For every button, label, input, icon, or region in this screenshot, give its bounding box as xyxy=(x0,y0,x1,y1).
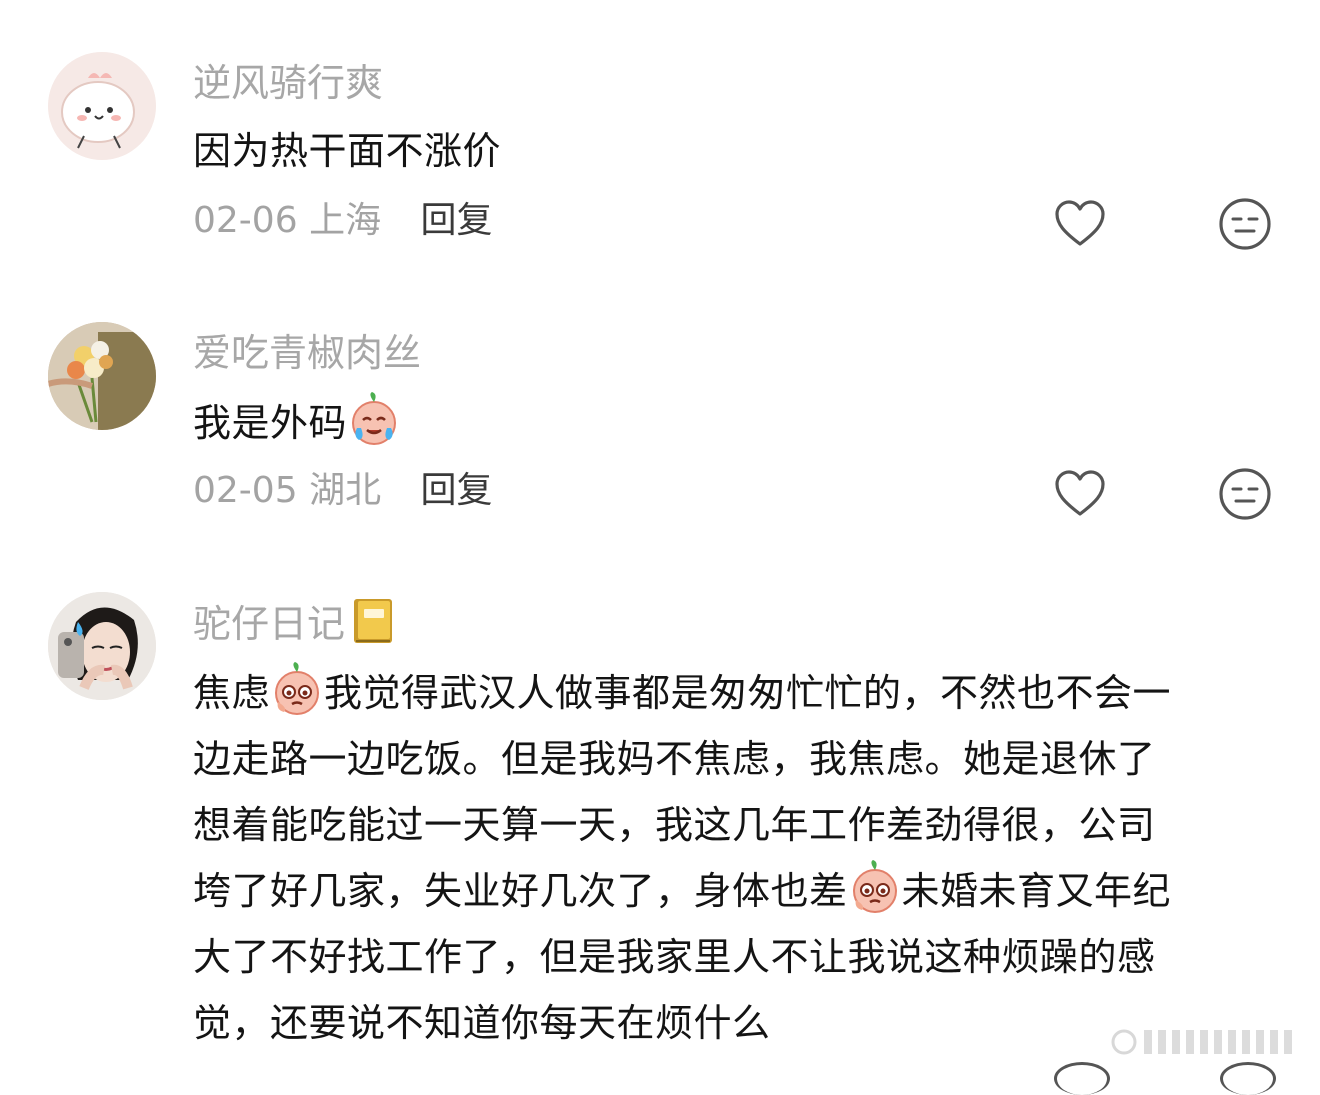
comment-text-segment: 焦虑 xyxy=(193,671,271,715)
username[interactable]: 逆风骑行爽 xyxy=(193,58,383,108)
watermark-logo xyxy=(1110,1020,1310,1064)
username-text[interactable]: 驼仔日记 xyxy=(193,602,345,646)
avatar[interactable] xyxy=(48,592,156,700)
neutral-face-icon[interactable] xyxy=(1218,467,1272,521)
comment-meta: 02-05 湖北 回复 xyxy=(193,466,493,516)
avatar[interactable] xyxy=(48,52,156,160)
notebook-icon xyxy=(351,597,395,645)
reply-button[interactable]: 回复 xyxy=(421,470,493,511)
avatar[interactable] xyxy=(48,322,156,430)
comment-line: 垮了好几家，失业好几次了，身体也差 未婚未育又年纪 xyxy=(193,858,1273,924)
comment-line: 大了不好找工作了，但是我家里人不让我说这种烦躁的感 xyxy=(193,935,1156,979)
reply-button[interactable]: 回复 xyxy=(421,200,493,241)
crying-peach-emoji xyxy=(270,662,324,716)
neutral-face-icon[interactable] xyxy=(1218,197,1272,251)
heart-icon[interactable] xyxy=(1054,200,1106,248)
comment-text-segment: 我觉得武汉人做事都是匆匆忙忙的，不然也不会一 xyxy=(324,671,1172,715)
comment-date: 02-05 xyxy=(193,470,298,511)
crying-peach-emoji xyxy=(848,860,902,914)
username: 驼仔日记 xyxy=(193,597,395,649)
comment-line: 边走路一边吃饭。但是我妈不焦虑，我焦虑。她是退休了 xyxy=(193,737,1156,781)
heart-icon[interactable] xyxy=(1054,1062,1110,1095)
comment-line: 想着能吃能过一天算一天，我这几年工作差劲得很，公司 xyxy=(193,803,1156,847)
heart-icon[interactable] xyxy=(1054,470,1106,518)
comment-text: 我是外码 xyxy=(193,390,1273,456)
comment-meta: 02-06 上海 回复 xyxy=(193,196,493,246)
comment-text: 焦虑 我觉得武汉人做事都是匆匆忙忙的，不然也不会一 边走路一边吃饭。但是我妈不焦… xyxy=(193,660,1273,1056)
comment-date: 02-06 xyxy=(193,200,298,241)
comment-text-content: 我是外码 xyxy=(193,401,348,445)
comment-text-segment: 未婚未育又年纪 xyxy=(901,869,1172,913)
comment-line: 焦虑 我觉得武汉人做事都是匆匆忙忙的，不然也不会一 xyxy=(193,660,1273,726)
comment-location: 上海 xyxy=(309,200,382,241)
neutral-face-icon[interactable] xyxy=(1220,1062,1276,1095)
comment-location: 湖北 xyxy=(309,470,382,511)
comment-text: 因为热干面不涨价 xyxy=(193,129,502,173)
crying-peach-emoji xyxy=(347,392,401,446)
username[interactable]: 爱吃青椒肉丝 xyxy=(193,328,421,378)
comment-text-segment: 垮了好几家，失业好几次了，身体也差 xyxy=(193,869,848,913)
